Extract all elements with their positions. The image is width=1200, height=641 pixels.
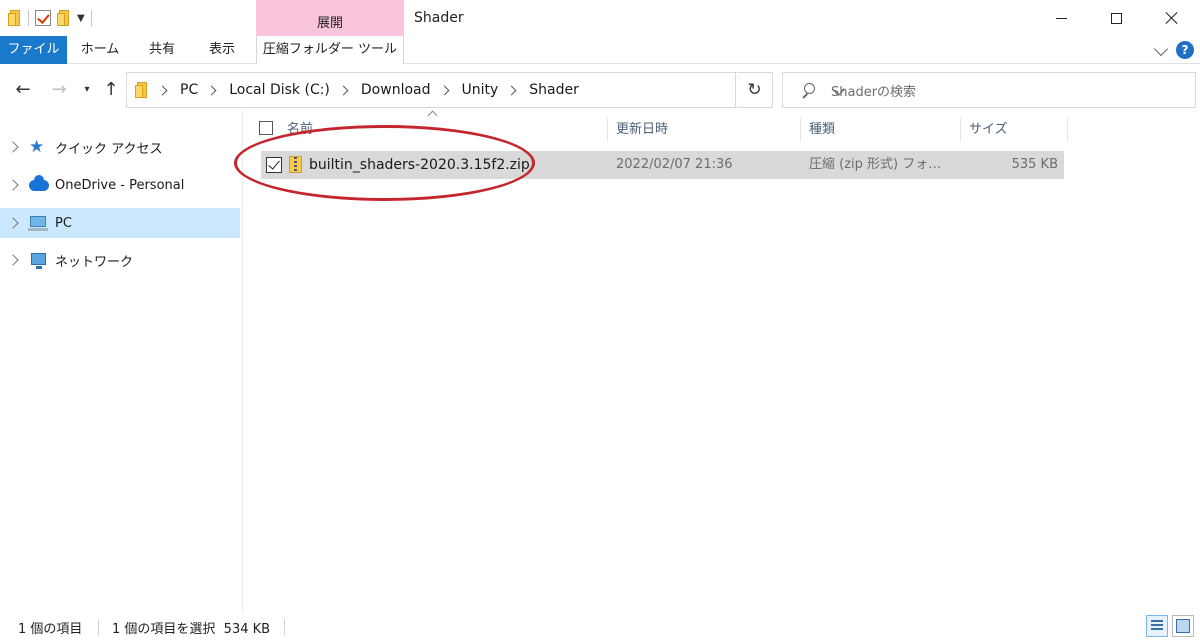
toolbar-divider xyxy=(28,10,29,26)
breadcrumb-local-disk[interactable]: Local Disk (C:) xyxy=(229,82,330,98)
chevron-right-icon[interactable] xyxy=(7,141,19,153)
sidebar-item-pc[interactable]: PC xyxy=(0,208,240,238)
row-checkbox[interactable] xyxy=(266,157,282,173)
search-input[interactable]: Shaderの検索 xyxy=(831,81,916,100)
sidebar-item-network[interactable]: ネットワーク xyxy=(0,245,240,275)
navigation-bar: ← → ▾ ↑ PC Local Disk (C:) Download Unit… xyxy=(0,70,1200,108)
context-group-label: 展開 xyxy=(316,16,343,31)
toolbar-divider xyxy=(90,10,92,26)
tab-view[interactable]: 表示 xyxy=(202,36,242,64)
chevron-right-icon[interactable] xyxy=(7,217,19,229)
new-folder-icon[interactable] xyxy=(57,10,71,26)
status-item-count: 1 個の項目 xyxy=(18,622,83,637)
sidebar-item-label: クイック アクセス xyxy=(55,141,163,157)
chevron-right-icon[interactable] xyxy=(506,85,517,95)
navigation-pane: ★ クイック アクセス OneDrive - Personal PC ネットワー… xyxy=(0,118,242,608)
chevron-right-icon[interactable] xyxy=(7,179,19,191)
expand-ribbon-icon[interactable] xyxy=(1153,41,1169,57)
customize-toolbar-icon[interactable]: ▼ xyxy=(77,13,85,24)
details-view-icon xyxy=(1151,620,1163,632)
address-bar[interactable]: PC Local Disk (C:) Download Unity Shader xyxy=(126,72,845,108)
breadcrumb-pc[interactable]: PC xyxy=(180,82,198,98)
maximize-icon xyxy=(1111,12,1122,24)
minimize-button[interactable] xyxy=(1034,0,1089,36)
large-icons-view-icon xyxy=(1176,619,1190,633)
close-icon xyxy=(1165,11,1179,25)
tab-file[interactable]: ファイル xyxy=(0,36,67,64)
search-icon xyxy=(801,83,815,97)
chevron-right-icon[interactable] xyxy=(7,254,19,266)
folder-icon xyxy=(135,82,149,98)
sidebar-item-onedrive[interactable]: OneDrive - Personal xyxy=(0,170,240,200)
large-icons-view-button[interactable] xyxy=(1172,615,1194,637)
column-header-size[interactable]: サイズ xyxy=(961,118,1068,142)
close-button[interactable] xyxy=(1144,0,1199,36)
file-list: 名前 更新日時 種類 サイズ builtin_shaders-2020.3.15… xyxy=(243,108,1200,608)
file-type: 圧縮 (zip 形式) フォル... xyxy=(809,157,951,172)
breadcrumb-download[interactable]: Download xyxy=(361,82,431,98)
title-bar: ▼ 展開 Shader xyxy=(0,0,1200,36)
status-selection: 1 個の項目を選択 534 KB xyxy=(112,622,271,637)
sidebar-item-quick-access[interactable]: ★ クイック アクセス xyxy=(0,132,240,162)
up-button[interactable]: ↑ xyxy=(98,76,124,102)
breadcrumb-unity[interactable]: Unity xyxy=(462,82,499,98)
status-divider xyxy=(284,619,285,635)
cloud-icon xyxy=(29,175,49,194)
back-button[interactable]: ← xyxy=(10,76,36,102)
properties-icon[interactable] xyxy=(35,10,51,26)
chevron-right-icon[interactable] xyxy=(439,85,449,95)
quick-access-toolbar: ▼ xyxy=(8,8,92,28)
status-divider xyxy=(98,619,99,635)
status-bar: 1 個の項目 1 個の項目を選択 534 KB xyxy=(0,612,1200,641)
network-icon xyxy=(29,251,49,269)
breadcrumb-shader[interactable]: Shader xyxy=(529,82,579,98)
recent-locations-button[interactable]: ▾ xyxy=(80,76,94,102)
zip-folder-icon xyxy=(289,156,302,173)
maximize-button[interactable] xyxy=(1089,0,1144,36)
chevron-right-icon[interactable] xyxy=(157,85,168,95)
forward-button[interactable]: → xyxy=(46,76,72,102)
select-all-checkbox[interactable] xyxy=(259,121,273,135)
minimize-icon xyxy=(1056,17,1067,19)
file-date: 2022/02/07 21:36 xyxy=(616,157,733,172)
details-view-button[interactable] xyxy=(1146,615,1168,637)
context-tab-group-header: 展開 xyxy=(256,0,404,36)
help-icon[interactable]: ? xyxy=(1176,41,1194,59)
tab-compressed-folder-tools[interactable]: 圧縮フォルダー ツール xyxy=(256,36,404,64)
file-size: 535 KB xyxy=(1011,157,1058,172)
file-row[interactable]: builtin_shaders-2020.3.15f2.zip 2022/02/… xyxy=(261,151,1064,179)
sidebar-item-label: PC xyxy=(55,215,72,231)
chevron-right-icon[interactable] xyxy=(338,85,349,95)
sidebar-item-label: OneDrive - Personal xyxy=(55,177,185,193)
star-icon: ★ xyxy=(29,137,45,157)
search-box[interactable]: Shaderの検索 xyxy=(782,72,1196,108)
folder-icon xyxy=(8,10,22,26)
window-title: Shader xyxy=(414,10,464,26)
column-header-type[interactable]: 種類 xyxy=(801,118,961,142)
column-header-date[interactable]: 更新日時 xyxy=(608,118,801,142)
ribbon-tabs: ファイル ホーム 共有 表示 圧縮フォルダー ツール ? xyxy=(0,36,1200,64)
refresh-button[interactable]: ↻ xyxy=(737,72,773,108)
tab-share[interactable]: 共有 xyxy=(142,36,182,64)
chevron-right-icon[interactable] xyxy=(206,85,217,95)
computer-icon xyxy=(28,214,49,232)
column-header-name[interactable]: 名前 xyxy=(279,118,608,142)
sidebar-item-label: ネットワーク xyxy=(55,254,134,270)
tab-home[interactable]: ホーム xyxy=(80,36,120,64)
file-name: builtin_shaders-2020.3.15f2.zip xyxy=(309,157,530,173)
